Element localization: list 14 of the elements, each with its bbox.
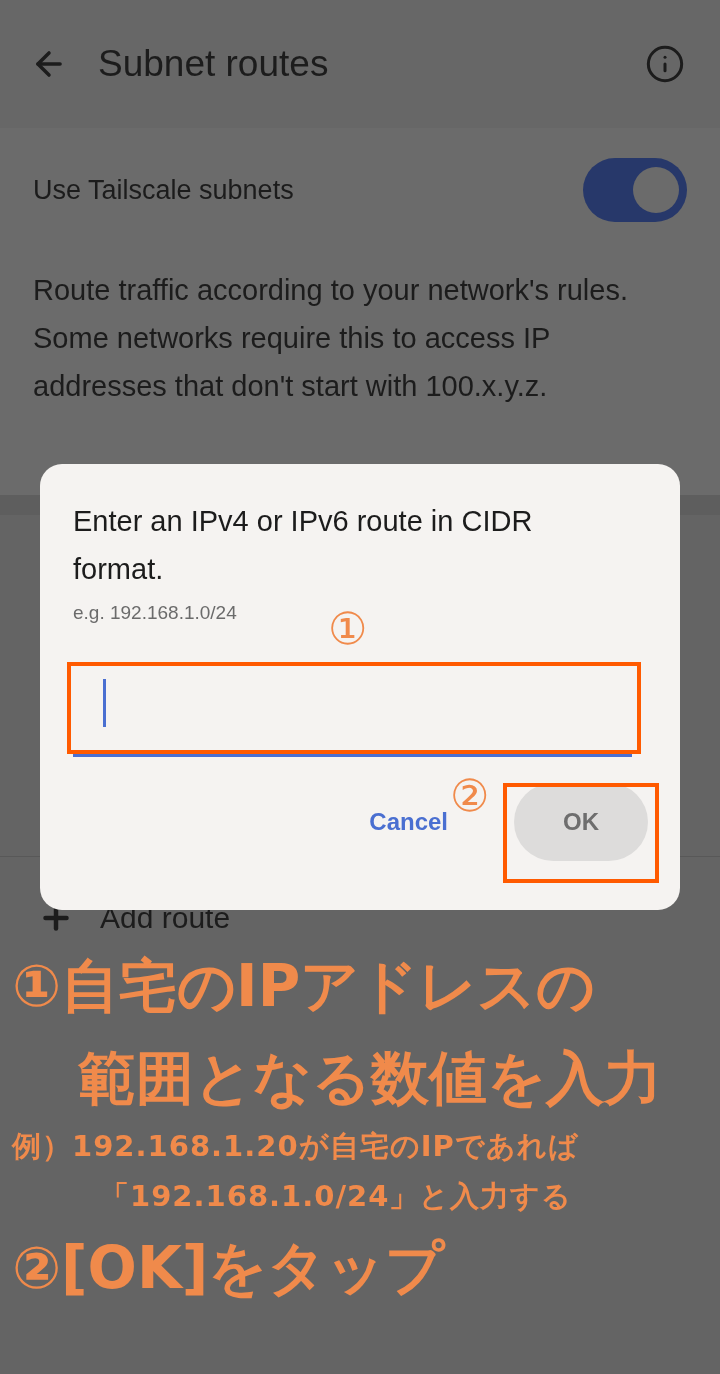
app-bar-title: Subnet routes	[98, 42, 329, 87]
step-marker: ①	[328, 603, 368, 655]
hint-text: e.g. 192.168.1.0/24	[73, 601, 238, 625]
annotation-text: 「192.168.1.0/24」と入力する	[99, 1178, 574, 1215]
info-icon[interactable]	[645, 44, 685, 84]
cancel-button[interactable]: Cancel	[369, 783, 448, 861]
annotation-text: 範囲となる数値を入力	[77, 1043, 663, 1114]
dialog-title: Enter an IPv4 or IPv6 route in CIDR format.	[73, 504, 534, 587]
description-text: Route traffic according to your network's rules. Some networks require this to access IP addresses that don't start with 100.x.y.z.	[33, 273, 629, 404]
setting-label: Use Tailscale subnets	[33, 173, 294, 207]
annotation-text: 例）192.168.1.20が自宅のIPであれば	[10, 1128, 580, 1165]
annotation-text: ②[OK]をタップ	[11, 1233, 447, 1304]
step-marker: ②	[450, 770, 490, 822]
annotation-text: ①自宅のIPアドレスの	[11, 951, 597, 1022]
